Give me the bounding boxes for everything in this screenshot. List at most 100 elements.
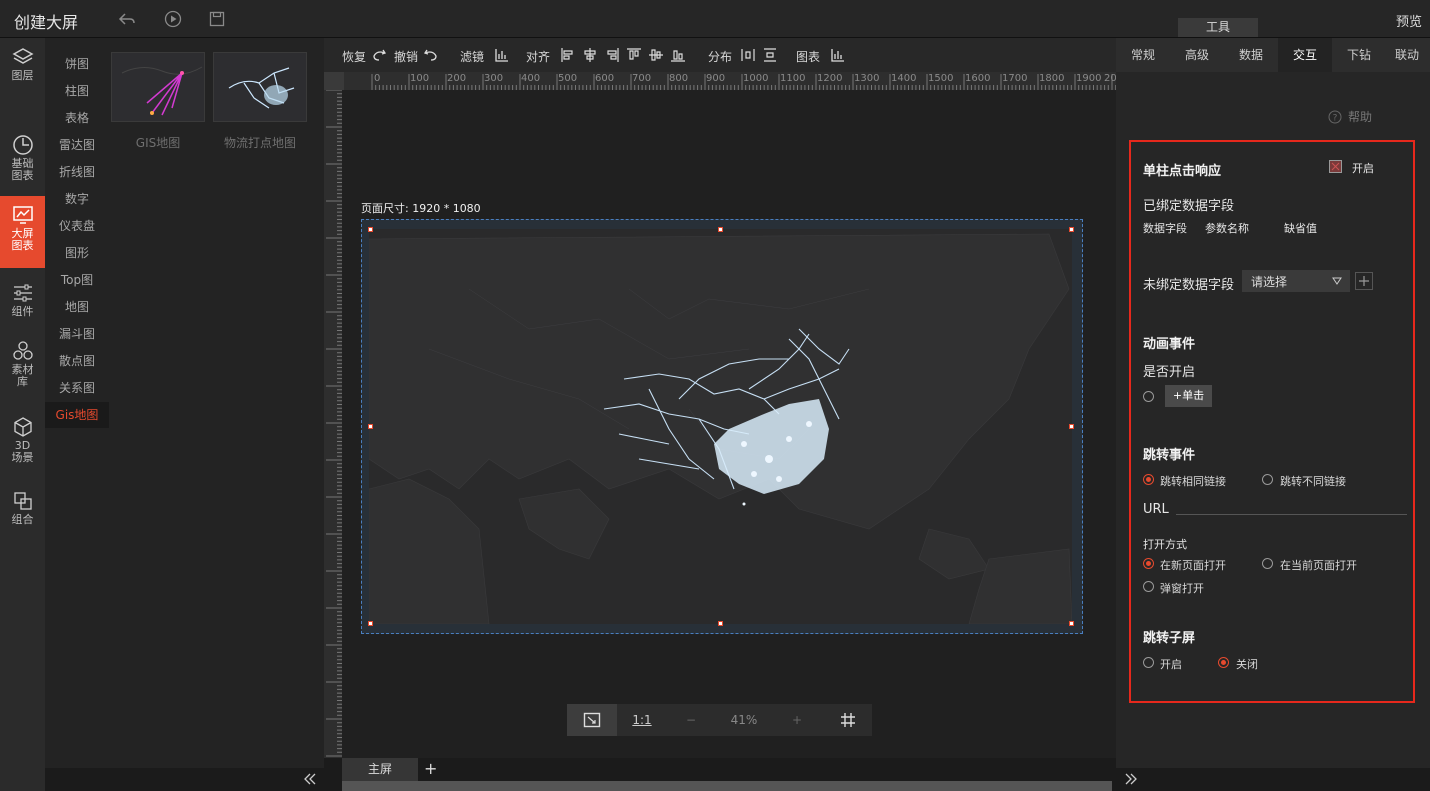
actual-size-button[interactable]: 1:1 (617, 704, 667, 736)
combine-icon (13, 492, 32, 510)
align-left-icon[interactable] (560, 47, 576, 63)
rail-materials[interactable]: 素材库 (0, 332, 45, 394)
align-right-icon[interactable] (604, 47, 620, 63)
open-popup-radio[interactable] (1143, 581, 1154, 592)
sub-on-radio[interactable] (1143, 657, 1154, 668)
type-item-number[interactable]: 数字 (45, 186, 109, 212)
field-select[interactable]: 请选择 (1242, 270, 1350, 292)
sub-on-label: 开启 (1160, 658, 1182, 671)
jump-same-radio[interactable] (1143, 474, 1154, 485)
sub-off-radio[interactable] (1218, 657, 1229, 668)
tab-advanced[interactable]: 高级 (1170, 38, 1224, 72)
ruler-label: 1000 (743, 73, 769, 84)
distribute-h-icon[interactable] (740, 47, 756, 63)
redo-button[interactable]: 恢复 (342, 48, 366, 65)
tab-general[interactable]: 常规 (1116, 38, 1170, 72)
sub-off-label: 关闭 (1236, 658, 1258, 671)
col-data-field: 数据字段 (1143, 222, 1187, 235)
jump-diff-radio[interactable] (1262, 474, 1273, 485)
horizontal-scrollbar[interactable] (342, 781, 1112, 791)
rail-label: 图层 (11, 69, 34, 82)
align-center-icon[interactable] (582, 47, 598, 63)
add-field-button[interactable] (1355, 272, 1373, 290)
enable-checkbox[interactable] (1329, 160, 1342, 173)
rail-screen-charts[interactable]: 大屏图表 (0, 196, 45, 268)
open-current-radio[interactable] (1262, 558, 1273, 569)
rail-label: 3D场景 (11, 439, 34, 464)
collapse-right-icon[interactable] (1124, 772, 1138, 786)
type-item-map[interactable]: 地图 (45, 294, 109, 320)
tab-drilldown[interactable]: 下钻 (1332, 38, 1386, 72)
rail-combine[interactable]: 组合 (0, 482, 45, 532)
thumbnail-gis-map[interactable] (111, 52, 205, 122)
gis-map-component[interactable] (369, 229, 1072, 624)
resize-handle-e[interactable] (1069, 424, 1074, 429)
rail-basic-charts[interactable]: 基础图表 (0, 126, 45, 186)
undo-button[interactable]: 撤销 (394, 48, 418, 65)
animation-enable-radio[interactable] (1143, 391, 1154, 402)
vertical-ruler (324, 90, 342, 768)
rail-components[interactable]: 组件 (0, 274, 45, 324)
rail-layers[interactable]: 图层 (0, 38, 45, 106)
add-click-button[interactable]: +单击 (1165, 385, 1212, 407)
gis-map-preview (112, 53, 204, 121)
type-item-gauge[interactable]: 仪表盘 (45, 213, 109, 239)
resize-handle-se[interactable] (1069, 621, 1074, 626)
type-item-pie[interactable]: 饼图 (45, 51, 109, 77)
tab-data[interactable]: 数据 (1224, 38, 1278, 72)
checkbox-mark-icon (1331, 162, 1340, 171)
resize-handle-s[interactable] (718, 621, 723, 626)
help-link[interactable]: ? 帮助 (1328, 108, 1372, 125)
type-item-bar[interactable]: 柱图 (45, 78, 109, 104)
resize-handle-sw[interactable] (368, 621, 373, 626)
thumbnail-logistics-map[interactable] (213, 52, 307, 122)
chart-icon[interactable] (830, 47, 846, 63)
chart-type-list: 饼图 柱图 表格 雷达图 折线图 数字 仪表盘 图形 Top图 地图 漏斗图 散… (45, 38, 109, 768)
filter-chart-icon[interactable] (494, 47, 510, 63)
select-value: 请选择 (1251, 275, 1288, 289)
resize-handle-nw[interactable] (368, 227, 373, 232)
resize-handle-ne[interactable] (1069, 227, 1074, 232)
rail-3d-scene[interactable]: 3D场景 (0, 408, 45, 470)
jump-same-label: 跳转相同链接 (1160, 475, 1226, 488)
distribute-button[interactable]: 分布 (708, 48, 732, 65)
open-mode-label: 打开方式 (1143, 538, 1187, 551)
align-bottom-icon[interactable] (670, 47, 686, 63)
type-item-gis-map[interactable]: Gis地图 (45, 402, 109, 428)
collapse-left-icon[interactable] (303, 772, 317, 786)
filter-button[interactable]: 滤镜 (460, 48, 484, 65)
type-item-scatter[interactable]: 散点图 (45, 348, 109, 374)
type-item-shape[interactable]: 图形 (45, 240, 109, 266)
resize-handle-w[interactable] (368, 424, 373, 429)
tab-main-screen[interactable]: 主屏 (342, 758, 418, 781)
tab-interaction[interactable]: 交互 (1278, 38, 1332, 72)
grid-toggle-button[interactable] (823, 704, 872, 736)
chart-button[interactable]: 图表 (796, 48, 820, 65)
align-button[interactable]: 对齐 (526, 48, 550, 65)
type-item-radar[interactable]: 雷达图 (45, 132, 109, 158)
zoom-in-button[interactable]: + (773, 704, 821, 736)
type-item-funnel[interactable]: 漏斗图 (45, 321, 109, 347)
back-icon[interactable] (118, 10, 136, 28)
url-input[interactable] (1176, 514, 1407, 515)
resize-handle-n[interactable] (718, 227, 723, 232)
type-item-top[interactable]: Top图 (45, 267, 109, 293)
zoom-out-button[interactable]: − (667, 704, 715, 736)
save-icon[interactable] (208, 10, 226, 28)
fit-window-button[interactable] (567, 704, 617, 736)
tab-linkage[interactable]: 联动 (1384, 38, 1430, 72)
add-screen-button[interactable]: + (424, 758, 440, 781)
align-middle-icon[interactable] (648, 47, 664, 63)
open-new-radio[interactable] (1143, 558, 1154, 569)
type-item-table[interactable]: 表格 (45, 105, 109, 131)
redo-icon[interactable] (371, 47, 387, 63)
align-top-icon[interactable] (626, 47, 642, 63)
play-icon[interactable] (164, 10, 182, 28)
type-item-relation[interactable]: 关系图 (45, 375, 109, 401)
preview-button[interactable]: 预览 (1396, 11, 1422, 30)
distribute-v-icon[interactable] (762, 47, 778, 63)
ruler-label: 100 (410, 73, 430, 84)
undo-icon[interactable] (423, 47, 439, 63)
type-item-line[interactable]: 折线图 (45, 159, 109, 185)
tools-tab[interactable]: 工具 (1178, 18, 1258, 37)
